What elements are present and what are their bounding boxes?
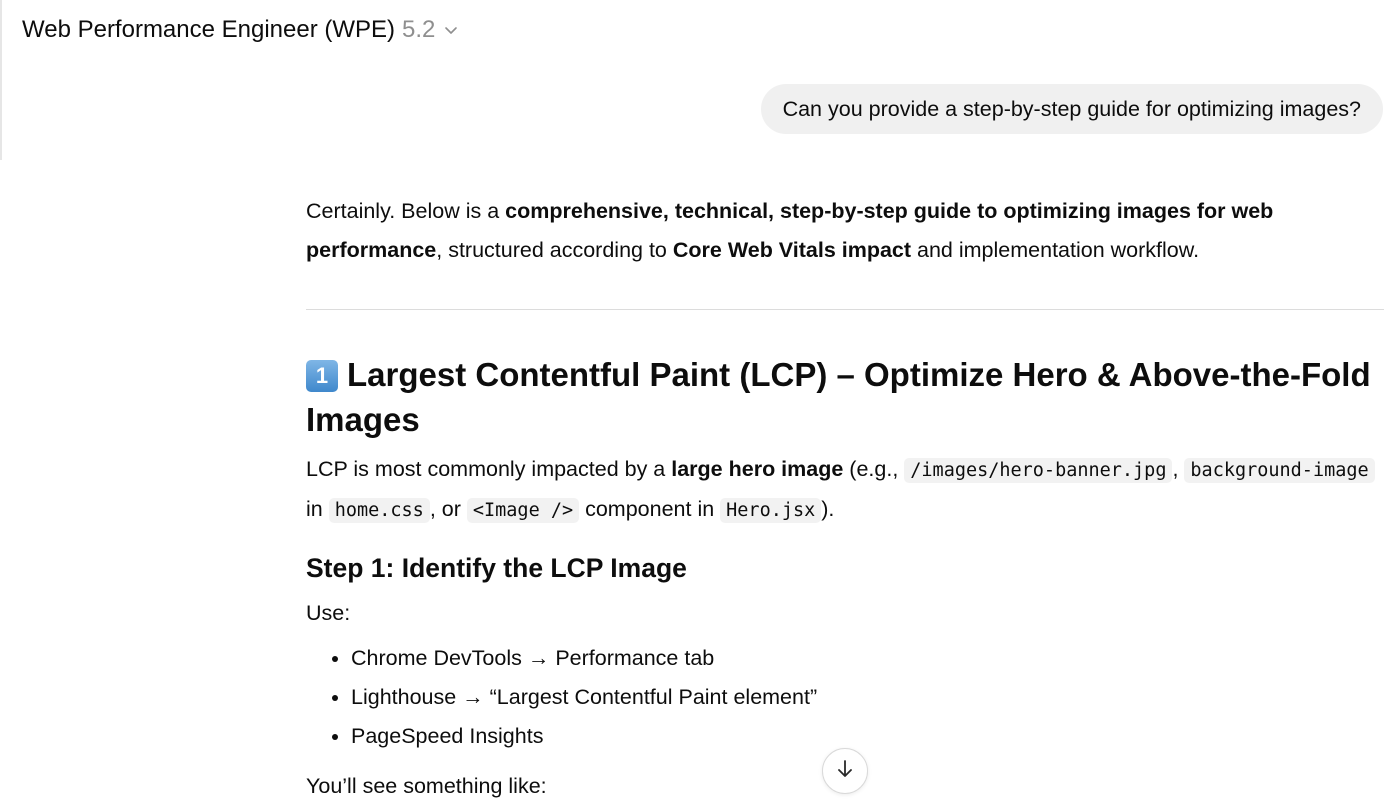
lcp-bold-hero: large hero image: [671, 457, 844, 481]
step1-heading: Step 1: Identify the LCP Image: [306, 553, 687, 583]
intro-text: and implementation workflow.: [911, 238, 1200, 262]
tool-list: Chrome DevTools → Performance tab Lighth…: [306, 639, 1384, 756]
sidebar-edge: [0, 0, 2, 160]
lcp-text: ,: [1172, 457, 1185, 481]
arrow-down-icon: [834, 758, 856, 785]
list-item: Chrome DevTools → Performance tab: [351, 639, 1384, 678]
chevron-down-icon: [443, 22, 459, 38]
lcp-text: component in: [579, 497, 721, 521]
code-hero-jsx: Hero.jsx: [720, 498, 822, 523]
keycap-one-icon: 1: [306, 360, 338, 392]
model-title: Web Performance Engineer (WPE): [22, 16, 396, 43]
intro-bold-cwv: Core Web Vitals impact: [672, 238, 912, 262]
code-home-css: home.css: [328, 498, 430, 523]
list-item: PageSpeed Insights: [351, 717, 1384, 756]
divider: [306, 309, 1384, 310]
code-background-image: background-image: [1184, 458, 1375, 483]
assistant-response: Certainly. Below is a comprehensive, tec…: [306, 192, 1384, 806]
lcp-text: , or: [429, 497, 467, 521]
lcp-text: (e.g.,: [843, 457, 905, 481]
use-label: Use:: [306, 601, 351, 625]
scroll-to-bottom-button[interactable]: [822, 748, 868, 794]
lcp-text: ).: [821, 497, 835, 521]
intro-text: Certainly. Below is a: [306, 199, 506, 223]
code-hero-banner: /images/hero-banner.jpg: [904, 458, 1173, 483]
model-selector[interactable]: Web Performance Engineer (WPE) 5.2: [22, 14, 459, 46]
list-item: Lighthouse → “Largest Contentful Paint e…: [351, 678, 1384, 717]
section-heading-text: Largest Contentful Paint (LCP) – Optimiz…: [306, 356, 1371, 438]
intro-paragraph: Certainly. Below is a comprehensive, tec…: [306, 192, 1384, 270]
lcp-text: in: [306, 497, 329, 521]
lcp-text: LCP is most commonly impacted by a: [306, 457, 672, 481]
chat-page: Web Performance Engineer (WPE) 5.2 Can y…: [0, 0, 1400, 811]
section-heading-lcp: 1 Largest Contentful Paint (LCP) – Optimi…: [306, 352, 1384, 442]
user-message-bubble: Can you provide a step-by-step guide for…: [760, 84, 1383, 134]
code-image-component: <Image />: [466, 498, 580, 523]
lcp-paragraph: LCP is most commonly impacted by a large…: [306, 450, 1384, 530]
intro-text: , structured according to: [436, 238, 673, 262]
model-version: 5.2: [402, 16, 436, 43]
